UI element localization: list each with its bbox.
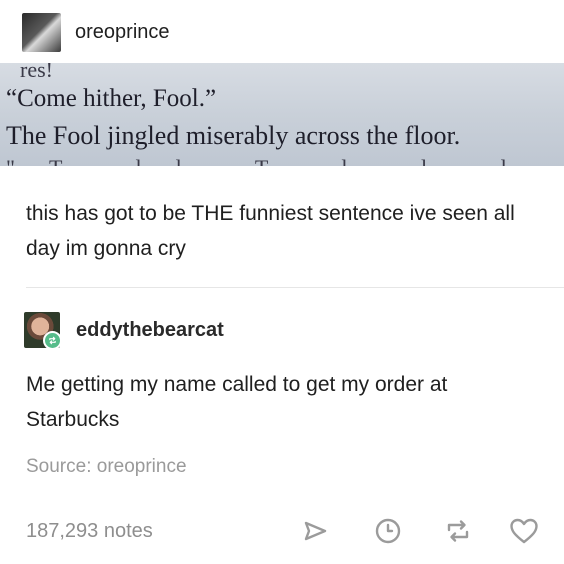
avatar[interactable]	[24, 312, 60, 348]
share-icon[interactable]	[300, 514, 332, 548]
post-actions	[300, 514, 548, 548]
book-text-cut-top: res!	[20, 63, 53, 82]
divider	[26, 287, 564, 288]
heart-icon[interactable]	[508, 514, 540, 548]
clock-icon[interactable]	[372, 514, 404, 548]
book-photo: res! “Come hither, Fool.” The Fool jingl…	[0, 63, 564, 166]
avatar[interactable]	[22, 13, 61, 52]
notes-count[interactable]: 187,293 notes	[26, 520, 153, 543]
original-username[interactable]: oreoprince	[75, 21, 170, 44]
reblog-icon[interactable]	[442, 514, 474, 548]
reblog-text: Me getting my name called to get my orde…	[26, 373, 448, 431]
book-text-line1: “Come hither, Fool.”	[6, 85, 217, 112]
book-text-cut-bottom: "T ll T l l l "	[6, 155, 564, 166]
original-post-header: oreoprince	[22, 13, 170, 52]
reblog-header: eddythebearcat	[24, 312, 224, 348]
book-text-line2: The Fool jingled miserably across the fl…	[6, 121, 461, 150]
reblog-username[interactable]: eddythebearcat	[76, 319, 224, 342]
reblog-badge-icon	[43, 331, 60, 348]
source-link[interactable]: Source: oreoprince	[26, 456, 187, 478]
original-caption: this has got to be THE funniest sentence…	[26, 202, 515, 260]
